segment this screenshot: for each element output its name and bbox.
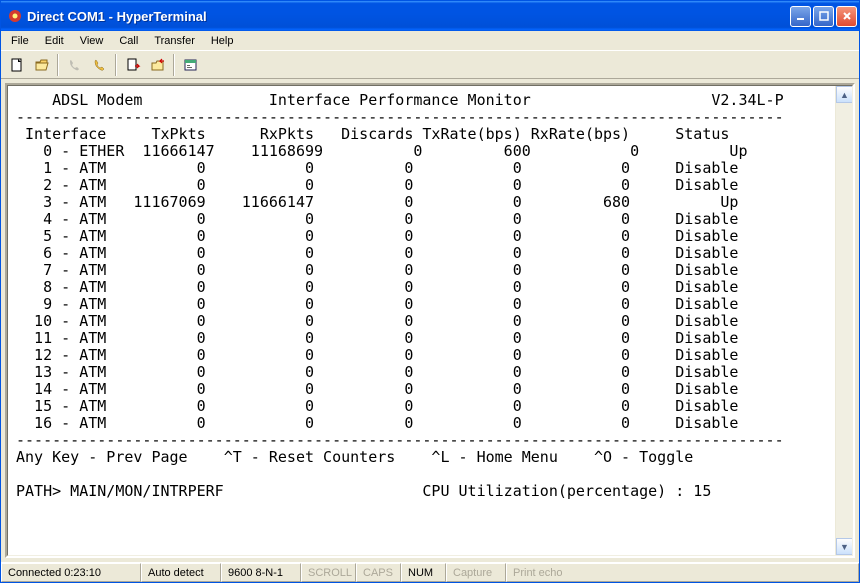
send-file-button[interactable] [121,54,144,76]
new-connection-button[interactable] [5,54,28,76]
status-num: NUM [401,563,446,582]
status-connected: Connected 0:23:10 [1,563,141,582]
menu-file[interactable]: File [3,33,37,49]
maximize-button[interactable] [813,6,834,27]
menu-transfer[interactable]: Transfer [146,33,203,49]
terminal-output: ADSL Modem Interface Performance Monitor… [8,86,852,506]
menu-view[interactable]: View [72,33,112,49]
status-port-settings: 9600 8-N-1 [221,563,301,582]
status-scroll: SCROLL [301,563,356,582]
menu-call[interactable]: Call [111,33,146,49]
titlebar[interactable]: Direct COM1 - HyperTerminal [1,1,859,31]
window-title: Direct COM1 - HyperTerminal [27,9,790,24]
status-caps: CAPS [356,563,401,582]
status-autodetect: Auto detect [141,563,221,582]
client-area: ADSL Modem Interface Performance Monitor… [1,79,859,562]
menubar: File Edit View Call Transfer Help [1,31,859,51]
phone-icon [67,57,83,73]
call-button[interactable] [63,54,86,76]
properties-icon [183,57,199,73]
minimize-button[interactable] [790,6,811,27]
toolbar [1,51,859,79]
terminal-frame: ADSL Modem Interface Performance Monitor… [5,83,855,558]
separator-icon [57,54,59,76]
separator-icon [115,54,117,76]
menu-edit[interactable]: Edit [37,33,72,49]
new-document-icon [9,57,25,73]
statusbar: Connected 0:23:10 Auto detect 9600 8-N-1… [1,562,859,582]
open-button[interactable] [30,54,53,76]
close-button[interactable] [836,6,857,27]
separator-icon [173,54,175,76]
terminal[interactable]: ADSL Modem Interface Performance Monitor… [7,85,853,556]
disconnect-button[interactable] [88,54,111,76]
menu-help[interactable]: Help [203,33,242,49]
phone-hangup-icon [92,57,108,73]
properties-button[interactable] [179,54,202,76]
status-capture: Capture [446,563,506,582]
scroll-down-button[interactable]: ▼ [836,538,853,555]
scroll-up-button[interactable]: ▲ [836,86,853,103]
folder-open-icon [34,57,50,73]
status-printecho: Print echo [506,563,859,582]
folder-receive-icon [150,57,166,73]
document-send-icon [125,57,141,73]
app-window: Direct COM1 - HyperTerminal File Edit Vi… [0,0,860,583]
receive-file-button[interactable] [146,54,169,76]
app-icon [7,8,23,24]
vertical-scrollbar[interactable]: ▲ ▼ [835,86,852,555]
